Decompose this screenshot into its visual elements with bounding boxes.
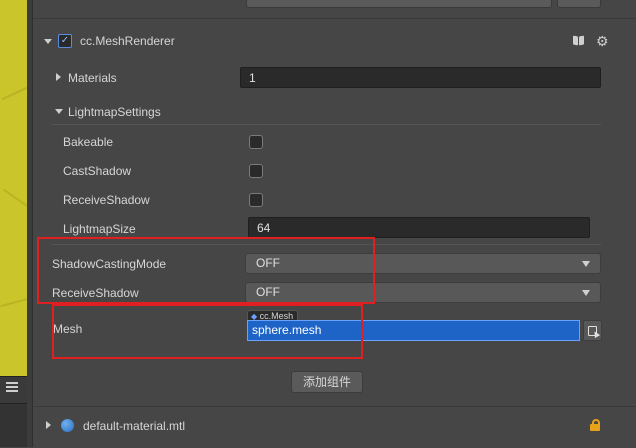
- scene-view[interactable]: [0, 0, 27, 376]
- component-divider: [33, 18, 636, 19]
- previous-component-button[interactable]: [557, 0, 601, 8]
- chevron-down-icon: [582, 261, 590, 267]
- lightmap-settings-label: LightmapSettings: [68, 105, 161, 119]
- book-icon[interactable]: [573, 35, 585, 46]
- materials-label: Materials: [68, 71, 117, 85]
- hamburger-icon[interactable]: [6, 382, 18, 392]
- bakeable-label: Bakeable: [63, 135, 114, 149]
- previous-component-field[interactable]: [246, 0, 552, 8]
- lightmap-settings-divider: [52, 124, 601, 125]
- component-enabled-checkbox[interactable]: ✓: [58, 34, 72, 48]
- component-title: cc.MeshRenderer: [80, 34, 175, 48]
- highlight-box-mesh: [52, 304, 363, 359]
- lock-icon[interactable]: [590, 419, 600, 431]
- gear-icon[interactable]: ⚙: [596, 34, 609, 48]
- cast-shadow-label: CastShadow: [63, 164, 132, 178]
- chevron-down-icon: [582, 290, 590, 296]
- lightmap-size-label: LightmapSize: [63, 222, 136, 236]
- expand-asset-icon[interactable]: [46, 421, 51, 429]
- expand-materials-icon[interactable]: [56, 73, 61, 81]
- asset-name[interactable]: default-material.mtl: [83, 419, 185, 433]
- receive-shadow-lightmap-label: ReceiveShadow: [63, 193, 150, 207]
- cast-shadow-checkbox[interactable]: [249, 164, 263, 178]
- materials-count-field[interactable]: 1: [240, 67, 601, 88]
- add-component-button[interactable]: 添加组件: [291, 371, 363, 393]
- mesh-picker-button[interactable]: [583, 320, 602, 341]
- left-bottom-area: [0, 404, 27, 447]
- highlight-box-shadow-settings: [37, 237, 375, 304]
- globe-icon: [61, 419, 74, 432]
- collapse-component-icon[interactable]: [44, 39, 52, 44]
- collapse-lightmap-settings-icon[interactable]: [55, 109, 63, 114]
- bakeable-checkbox[interactable]: [249, 135, 263, 149]
- receive-shadow-lightmap-checkbox[interactable]: [249, 193, 263, 207]
- lightmap-size-field[interactable]: 64: [248, 217, 590, 238]
